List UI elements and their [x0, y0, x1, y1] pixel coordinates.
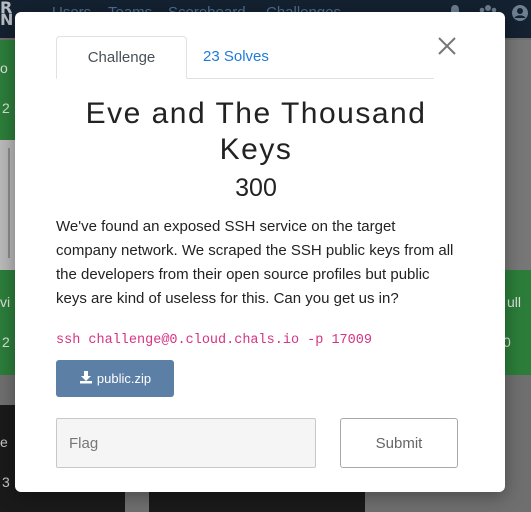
card-value: 2: [2, 334, 10, 350]
modal-tabs: Challenge 23 Solves: [56, 36, 434, 79]
file-name: public.zip: [96, 371, 152, 386]
challenge-card[interactable]: [505, 40, 531, 270]
user-icon[interactable]: [511, 4, 529, 26]
challenge-description: We've found an exposed SSH service on th…: [56, 218, 454, 307]
challenge-value: 300: [235, 174, 277, 202]
brand-logo[interactable]: R N: [0, 0, 13, 28]
challenge-card[interactable]: [0, 40, 15, 140]
challenge-title: Eve and The Thousand Keys: [85, 97, 427, 166]
flag-input[interactable]: [56, 418, 316, 468]
card-label: o: [0, 60, 8, 76]
download-icon: [79, 370, 93, 387]
card-border: [8, 148, 10, 258]
tab-challenge[interactable]: Challenge: [56, 36, 187, 79]
close-icon[interactable]: [435, 34, 459, 58]
challenge-card[interactable]: [505, 270, 531, 375]
tab-solves[interactable]: 23 Solves: [187, 36, 285, 78]
card-value: 2: [2, 100, 10, 116]
challenge-card[interactable]: [0, 270, 15, 375]
download-file-button[interactable]: public.zip: [56, 360, 174, 397]
card-label: ull: [507, 294, 522, 310]
ssh-command: ssh challenge@0.cloud.chals.io -p 17009: [56, 333, 372, 348]
card-value: 3: [2, 474, 10, 490]
card-label: e: [0, 434, 8, 450]
challenge-modal: Challenge 23 Solves Eve and The Thousand…: [15, 12, 505, 492]
card-label: vi: [0, 294, 11, 310]
submit-button[interactable]: Submit: [340, 418, 458, 468]
